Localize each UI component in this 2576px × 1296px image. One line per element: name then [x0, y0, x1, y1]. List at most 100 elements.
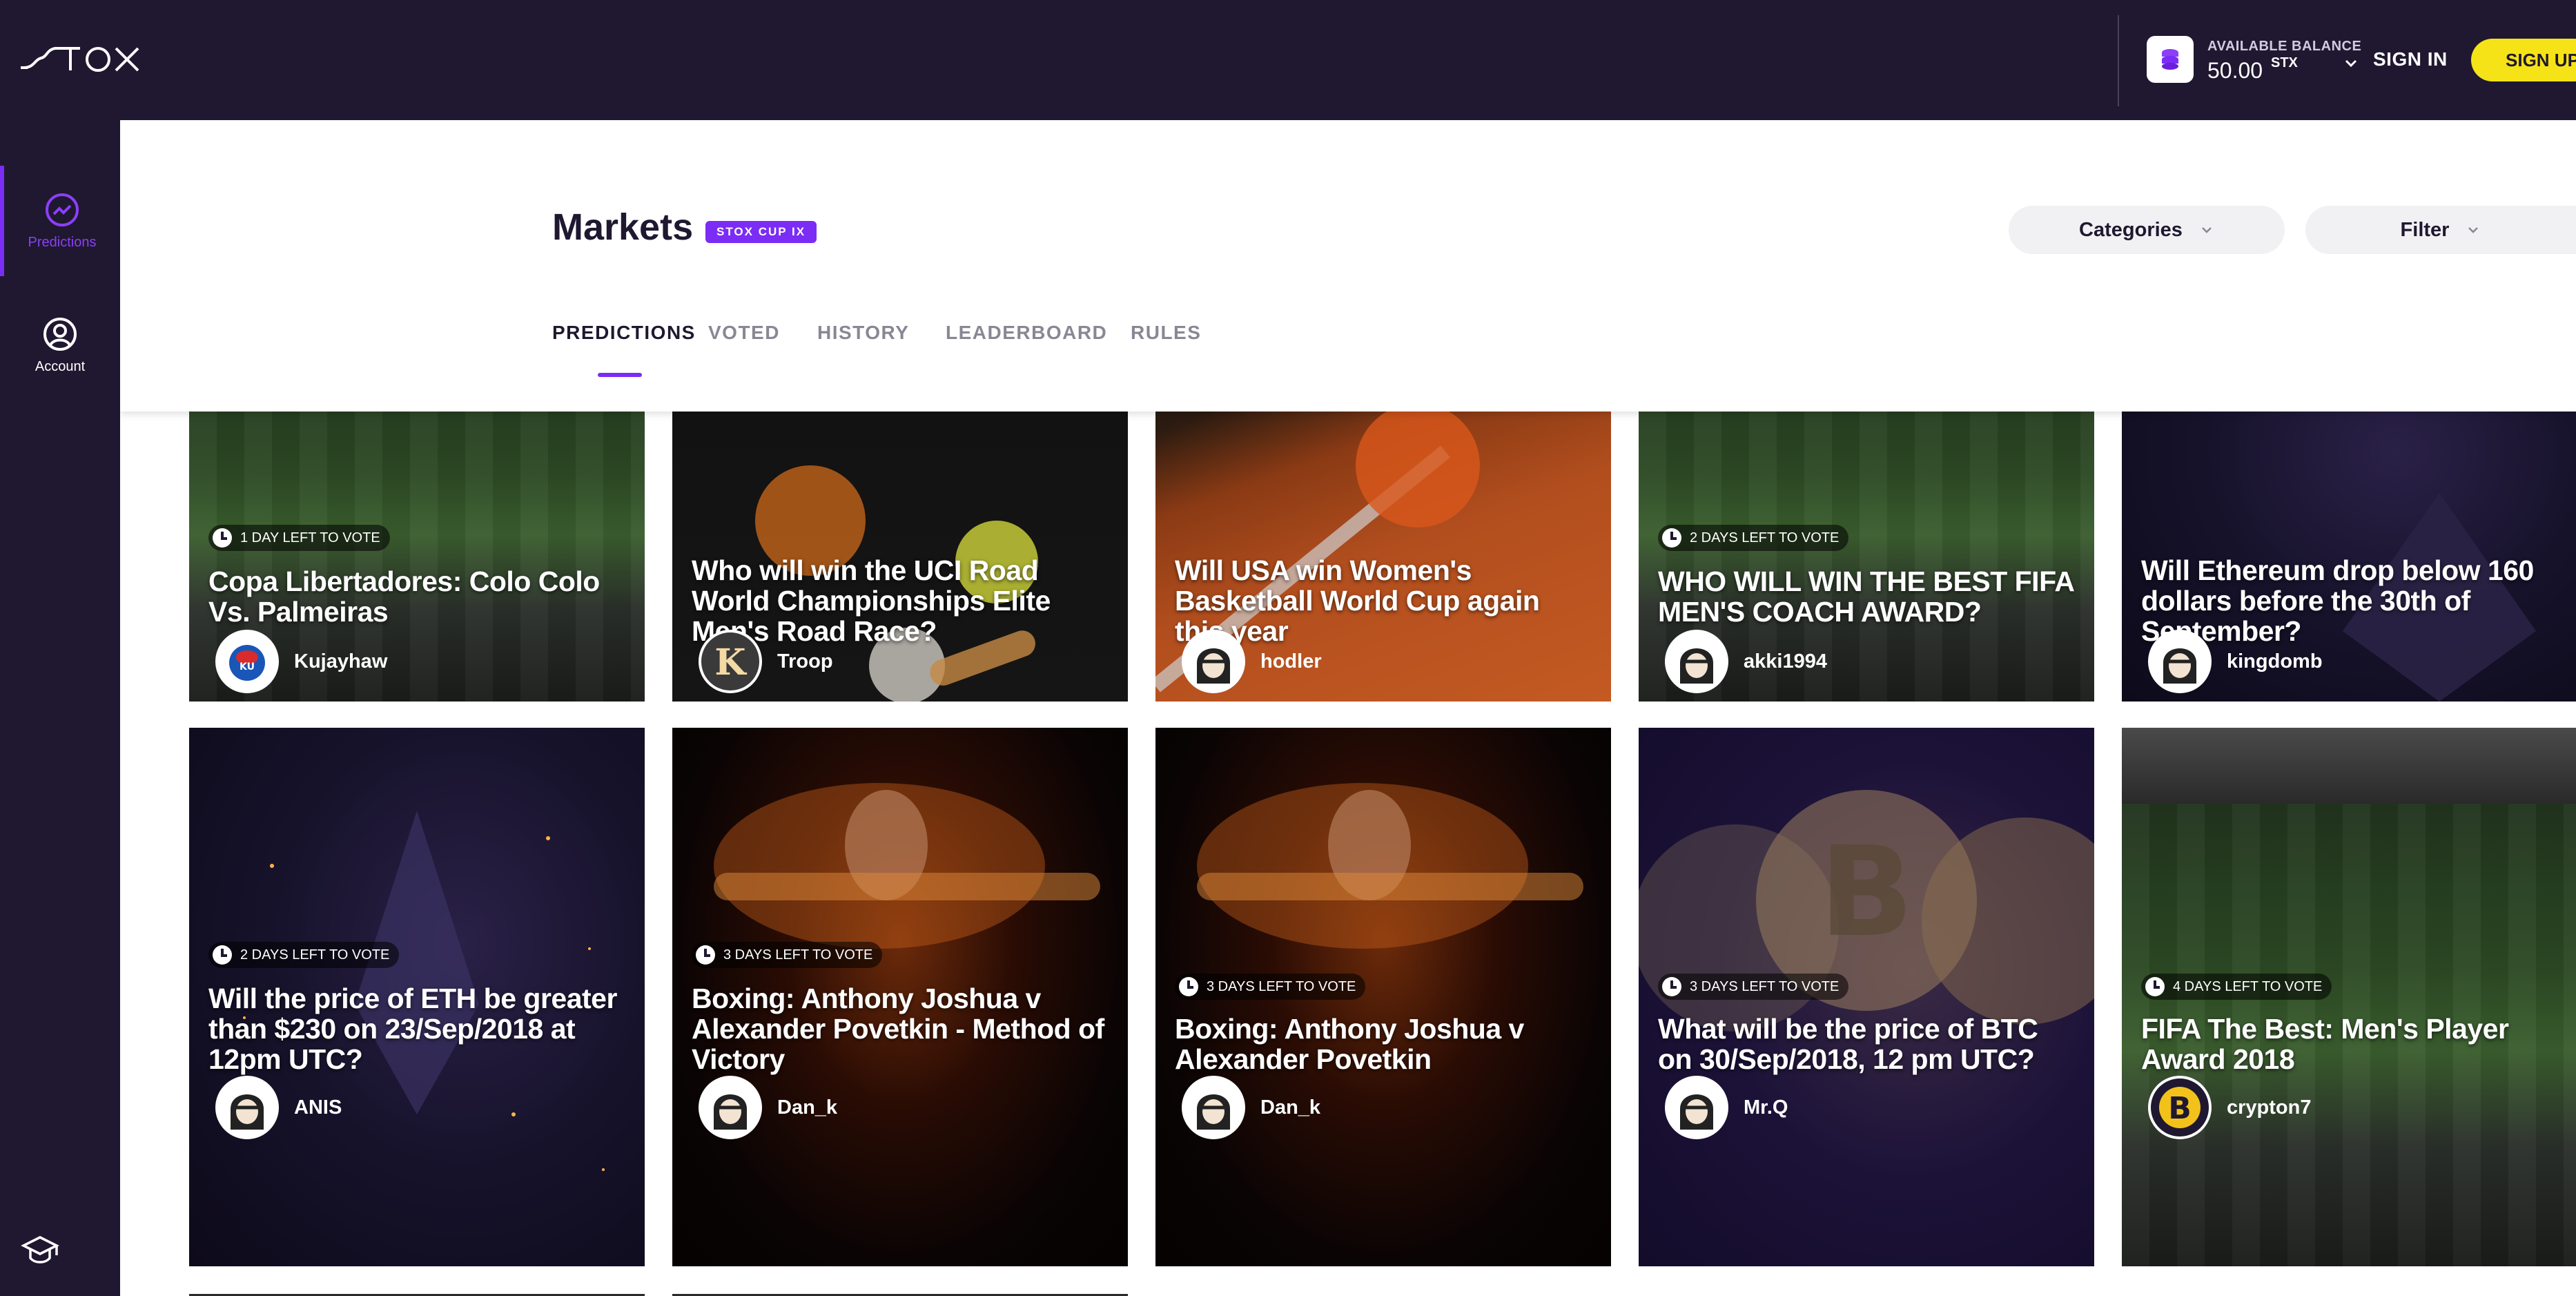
card-title: Boxing: Anthony Joshua v Alexander Povet… [1175, 1013, 1524, 1075]
svg-text:KU: KU [240, 661, 255, 673]
time-left-badge: 3 DAYS LEFT TO VOTE [692, 942, 883, 968]
sidebar-item-predictions[interactable]: Predictions [0, 166, 120, 276]
avatar [1182, 630, 1245, 693]
time-left-text: 3 DAYS LEFT TO VOTE [723, 947, 873, 963]
card-author[interactable]: KU Kujayhaw [215, 630, 387, 693]
time-left-badge: 4 DAYS LEFT TO VOTE [2141, 974, 2332, 1000]
stadium-roof [2122, 728, 2576, 804]
stox-logo-mark [21, 47, 139, 72]
card-author[interactable]: Dan_k [1182, 1076, 1320, 1139]
topbar-divider [2118, 15, 2119, 106]
clock-icon [213, 945, 232, 965]
time-left-text: 4 DAYS LEFT TO VOTE [2173, 978, 2323, 994]
sidebar-item-label: Predictions [28, 234, 97, 250]
clock-icon [696, 945, 715, 965]
author-name: Troop [777, 650, 833, 673]
user-icon [43, 317, 77, 351]
card-author[interactable]: hodler [1182, 630, 1322, 693]
sidebar-item-account[interactable]: Account [0, 290, 120, 400]
balance-label: AVAILABLE BALANCE [2207, 39, 2362, 54]
stox-cup-badge: STOX CUP IX [705, 221, 817, 243]
time-left-badge: 3 DAYS LEFT TO VOTE [1658, 974, 1849, 1000]
card-title: FIFA The Best: Men's Player Award 2018 [2141, 1013, 2509, 1075]
page-title: Markets [552, 206, 694, 248]
markets-header: Markets STOX CUP IX Categories Filter PR… [120, 120, 2576, 412]
sign-up-button[interactable]: SIGN UP [2471, 39, 2576, 81]
author-name: Mr.Q [1744, 1096, 1788, 1119]
card-author[interactable]: ANIS [215, 1076, 342, 1139]
author-name: akki1994 [1744, 650, 1827, 673]
sidebar: Predictions Account [0, 120, 120, 1296]
card-title: WHO WILL WIN THE BEST FIFA MEN'S COACH A… [1658, 565, 2074, 628]
filter-dropdown[interactable]: Filter [2305, 206, 2576, 254]
main-content: Markets STOX CUP IX Categories Filter PR… [120, 120, 2576, 1296]
time-left-text: 2 DAYS LEFT TO VOTE [1690, 530, 1840, 545]
author-name: hodler [1260, 650, 1322, 673]
card-author[interactable]: akki1994 [1665, 630, 1827, 693]
sign-in-button[interactable]: SIGN IN [2373, 48, 2448, 70]
avatar: B [2148, 1076, 2212, 1139]
clock-icon [2145, 977, 2165, 996]
graduation-cap-icon[interactable] [21, 1233, 59, 1268]
card-title: Boxing: Anthony Joshua v Alexander Povet… [692, 983, 1104, 1075]
author-name: ANIS [294, 1096, 342, 1119]
card-author[interactable]: kingdomb [2148, 630, 2323, 693]
time-left-badge: 3 DAYS LEFT TO VOTE [1175, 974, 1366, 1000]
prediction-card[interactable]: 2 DAYS LEFT TO VOTE Will the price of ET… [189, 728, 645, 1266]
tab-history[interactable]: HISTORY [817, 322, 909, 344]
card-author[interactable]: B crypton7 [2148, 1076, 2311, 1139]
tab-predictions[interactable]: PREDICTIONS [552, 322, 696, 344]
avatar [215, 1076, 279, 1139]
card-author[interactable]: K Troop [699, 630, 833, 693]
sidebar-item-label: Account [35, 358, 86, 374]
time-left-text: 1 DAY LEFT TO VOTE [240, 530, 380, 545]
avatar: KU [215, 630, 279, 693]
trend-chart-icon [46, 193, 79, 226]
clock-icon [1662, 977, 1681, 996]
card-title: Will the price of ETH be greater than $2… [208, 983, 617, 1075]
tab-leaderboard[interactable]: LEADERBOARD [946, 322, 1107, 344]
svg-text:B: B [1819, 820, 1913, 965]
prediction-card[interactable]: B 3 DAYS LEFT TO VOTE What will be the p… [1639, 728, 2094, 1266]
avatar [1665, 630, 1728, 693]
categories-dropdown[interactable]: Categories [2009, 206, 2285, 254]
time-left-text: 3 DAYS LEFT TO VOTE [1690, 978, 1840, 994]
chevron-down-icon [2468, 227, 2479, 233]
time-left-text: 3 DAYS LEFT TO VOTE [1207, 978, 1356, 994]
card-title: Copa Libertadores: Colo Colo Vs. Palmeir… [208, 565, 600, 628]
avatar [699, 1076, 762, 1139]
prediction-card[interactable]: 3 DAYS LEFT TO VOTE Boxing: Anthony Josh… [672, 728, 1128, 1266]
card-title: What will be the price of BTC on 30/Sep/… [1658, 1013, 2038, 1075]
tab-rules[interactable]: RULES [1131, 322, 1201, 344]
clock-icon [1179, 977, 1198, 996]
card-author[interactable]: Dan_k [699, 1076, 837, 1139]
svg-text:K: K [714, 641, 747, 684]
categories-label: Categories [2079, 218, 2183, 241]
author-name: kingdomb [2227, 650, 2323, 673]
time-left-text: 2 DAYS LEFT TO VOTE [240, 947, 390, 963]
stox-logo[interactable] [19, 37, 141, 79]
svg-text:B: B [2168, 1091, 2192, 1126]
wallet-icon[interactable] [2147, 36, 2194, 83]
card-author[interactable]: Mr.Q [1665, 1076, 1788, 1139]
top-bar: AVAILABLE BALANCE 50.00 STX SIGN IN SIGN… [0, 0, 2576, 120]
tab-voted[interactable]: VOTED [708, 322, 780, 344]
author-name: Kujayhaw [294, 650, 388, 673]
chevron-down-icon[interactable] [2341, 54, 2361, 73]
author-name: Dan_k [1260, 1096, 1321, 1119]
prediction-card[interactable]: 3 DAYS LEFT TO VOTE Boxing: Anthony Josh… [1155, 728, 1611, 1266]
active-tab-indicator [598, 373, 642, 377]
prediction-card[interactable]: 4 DAYS LEFT TO VOTE FIFA The Best: Men's… [2122, 728, 2576, 1266]
avatar [1665, 1076, 1728, 1139]
balance-unit: STX [2271, 55, 2298, 70]
time-left-badge: 1 DAY LEFT TO VOTE [208, 525, 390, 551]
author-name: crypton7 [2227, 1096, 2312, 1119]
avatar: K [699, 630, 762, 693]
clock-icon [213, 528, 232, 548]
author-name: Dan_k [777, 1096, 838, 1119]
avatar [1182, 1076, 1245, 1139]
balance-value: 50.00 [2207, 58, 2263, 83]
time-left-badge: 2 DAYS LEFT TO VOTE [208, 942, 400, 968]
time-left-badge: 2 DAYS LEFT TO VOTE [1658, 525, 1849, 551]
avatar [2148, 630, 2212, 693]
